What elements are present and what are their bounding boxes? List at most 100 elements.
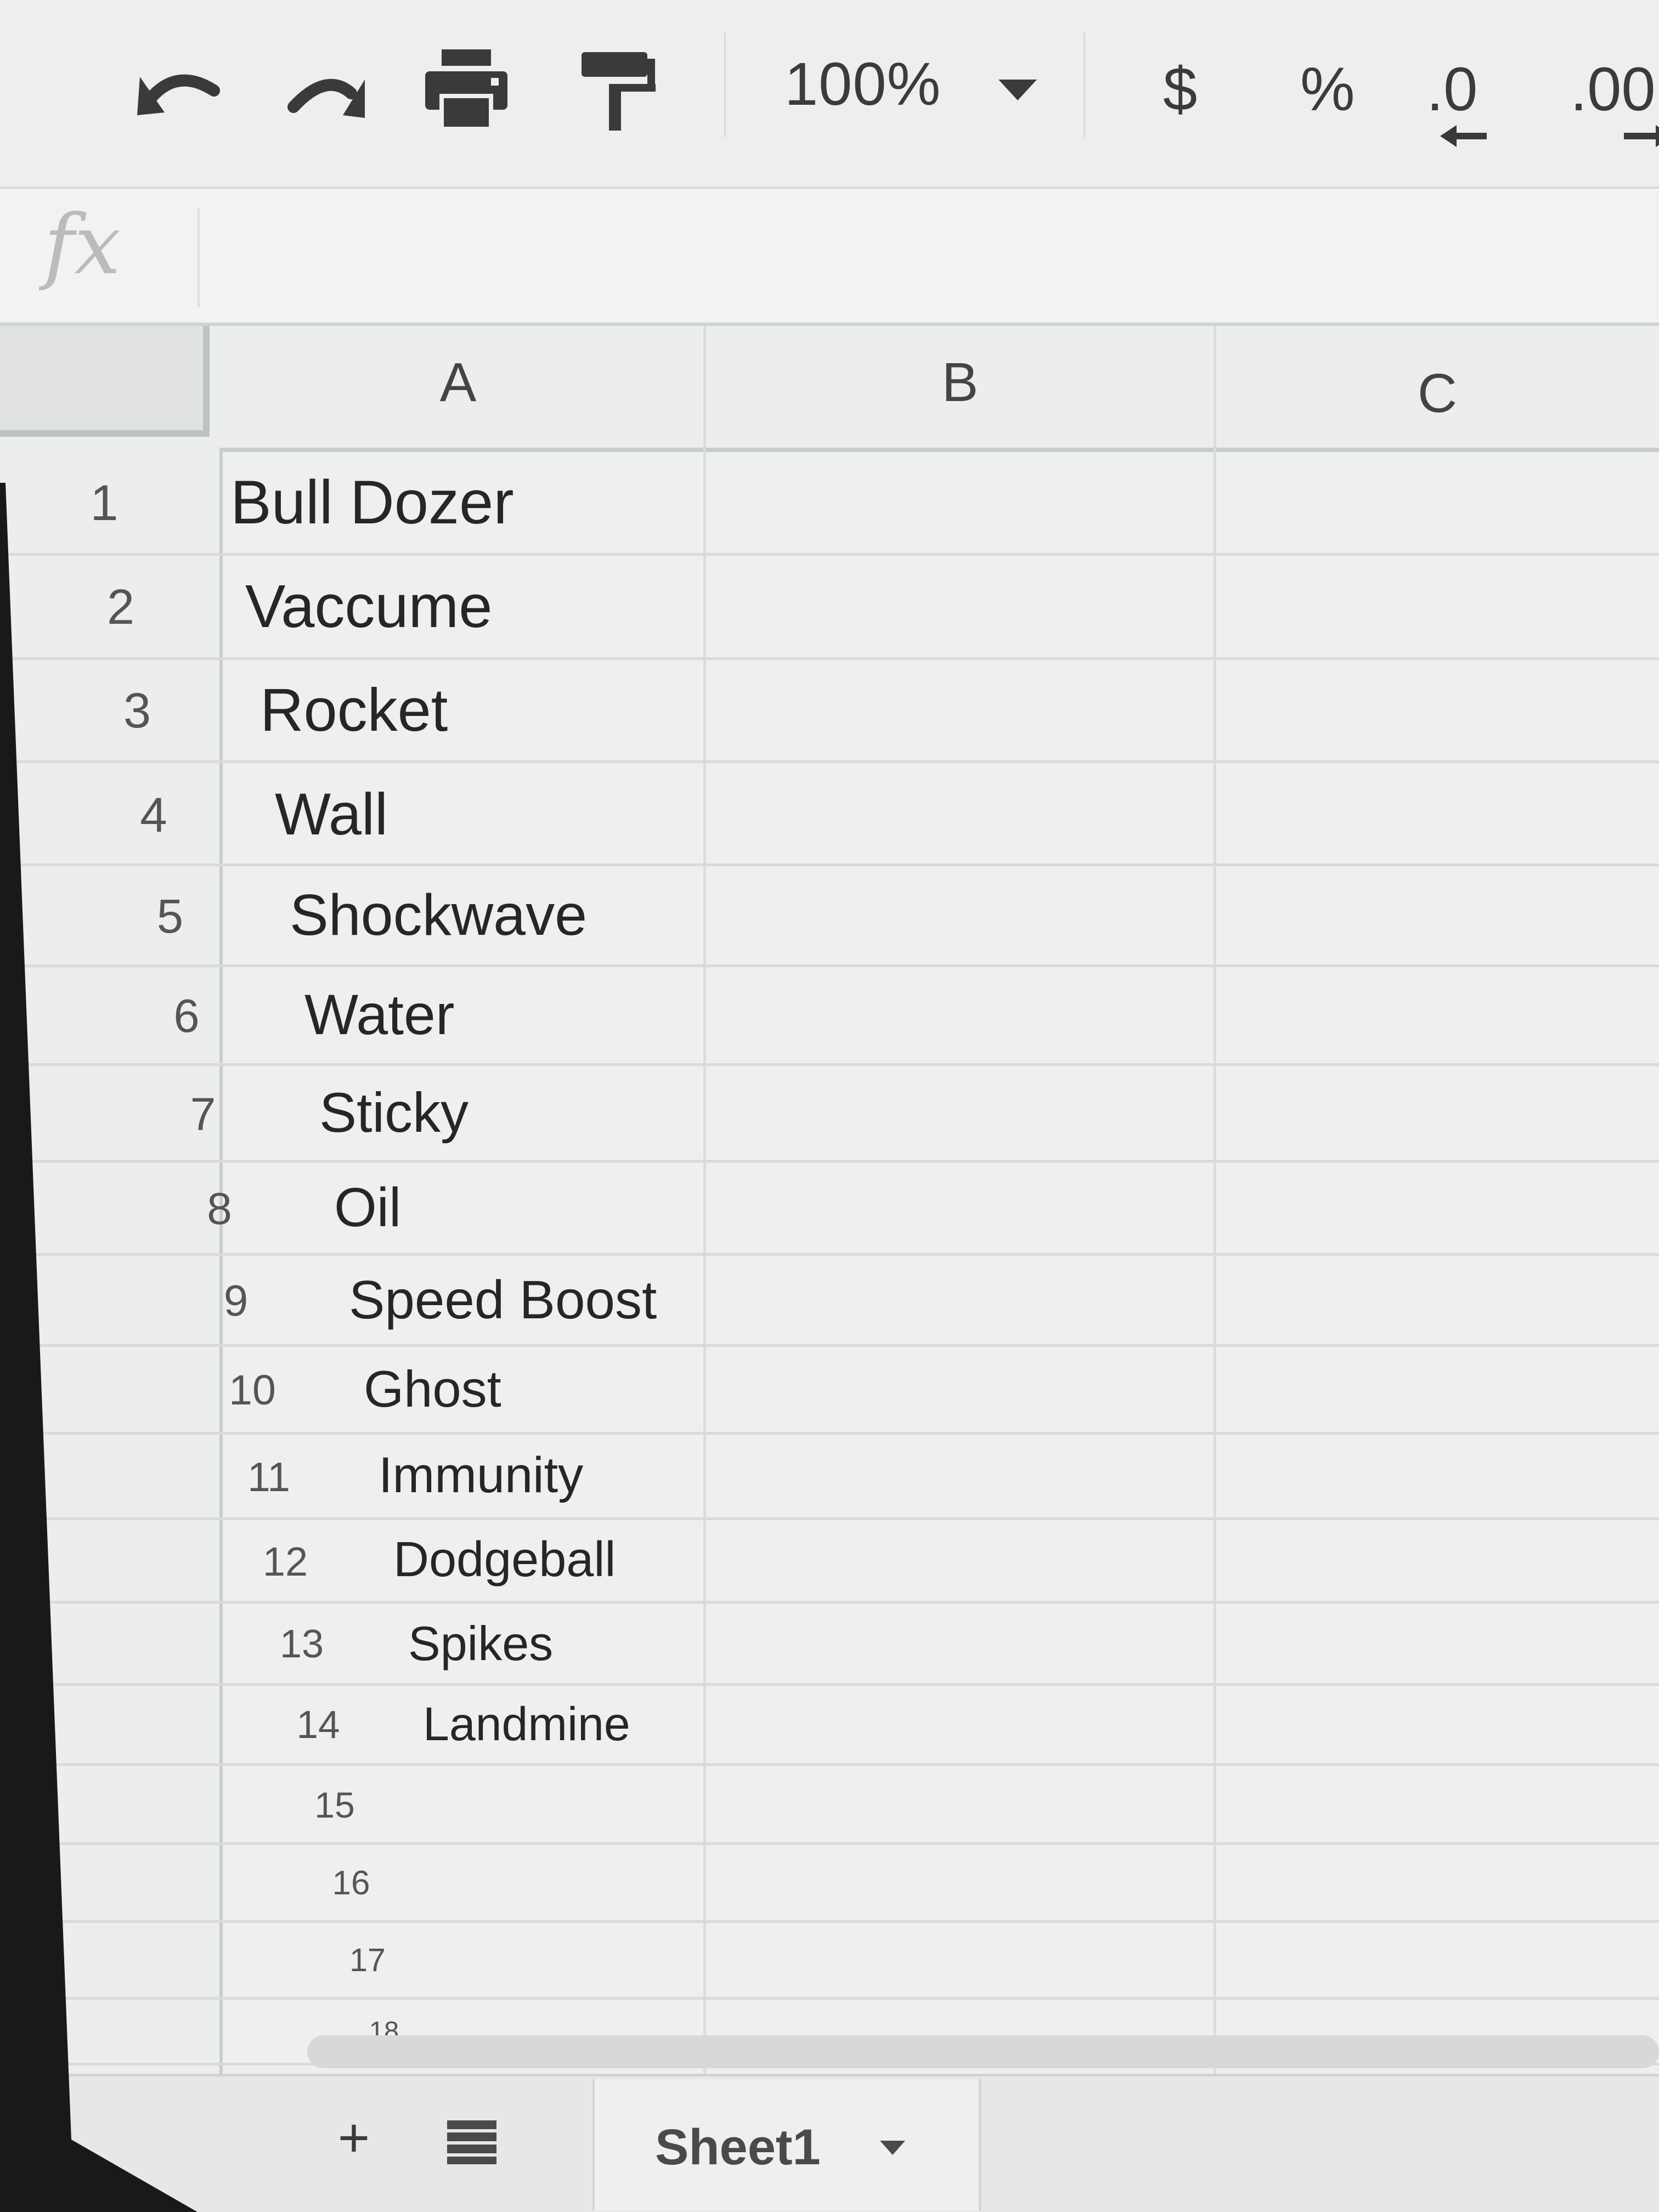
row-number[interactable]: 15 [252,1784,417,1826]
row-number[interactable]: 7 [121,1088,285,1141]
row-number[interactable]: 16 [269,1864,433,1903]
currency-symbol: $ [1163,55,1198,123]
table-row: 13 Spikes [0,1601,1659,1686]
cell-c[interactable] [1218,1683,1657,1763]
toolbar-separator [724,33,726,137]
cell-a[interactable]: Wall [275,780,388,848]
cell-a[interactable]: Dodgeball [393,1532,616,1588]
format-percent-button[interactable]: % [1289,44,1372,137]
table-row: 16 [0,1842,1659,1923]
cell-a[interactable]: Immunity [379,1447,583,1504]
cell-b[interactable] [708,1920,1212,1997]
cell-b[interactable] [708,1842,1212,1920]
row-number[interactable]: 13 [219,1622,384,1667]
cell-c[interactable] [1218,1344,1657,1432]
row-number[interactable]: 8 [137,1183,302,1235]
table-row: 2 Vaccume [0,553,1659,660]
cell-b[interactable] [708,1763,1212,1842]
paint-format-button[interactable] [571,44,664,137]
cell-b[interactable] [708,657,1212,760]
cell-b[interactable] [708,449,1212,553]
add-sheet-button[interactable]: + [324,2107,384,2172]
cell-c[interactable] [1218,1160,1657,1253]
redo-button[interactable] [274,58,373,129]
cell-a[interactable]: Rocket [260,675,448,745]
cell-c[interactable] [1218,553,1657,657]
cell-c[interactable] [1218,657,1657,760]
row-number[interactable]: 9 [154,1276,318,1326]
redo-icon [287,78,365,118]
cell-b[interactable] [708,964,1212,1063]
row-number[interactable]: 12 [203,1538,368,1585]
row-number[interactable]: 3 [55,683,219,740]
undo-icon [137,74,220,115]
chevron-down-icon [998,80,1037,100]
cell-c[interactable] [1218,449,1657,553]
paint-format-icon [582,52,656,131]
column-header-a[interactable]: A [211,351,705,414]
cell-c[interactable] [1218,1601,1657,1683]
cell-a[interactable]: Sticky [319,1081,469,1145]
increase-decimal-label: .00 [1570,55,1656,123]
cell-a[interactable]: Water [304,983,455,1048]
row-number[interactable]: 11 [187,1453,351,1500]
select-all-corner[interactable] [0,326,210,437]
formula-input[interactable] [208,198,1657,313]
column-header-b[interactable]: B [708,351,1212,414]
cell-c[interactable] [1218,964,1657,1063]
chevron-down-icon [880,2141,905,2155]
cell-b[interactable] [708,1601,1212,1683]
cell-c[interactable] [1218,1517,1657,1601]
decrease-decimal-label: .0 [1426,55,1478,123]
cell-a[interactable]: Shockwave [290,882,587,949]
cell-c[interactable] [1218,1763,1657,1842]
arrow-right-icon [1624,125,1659,147]
row-number[interactable]: 1 [22,475,187,532]
cell-a[interactable]: Spikes [408,1616,553,1672]
cell-a[interactable]: Ghost [364,1359,501,1419]
cell-c[interactable] [1218,1842,1657,1920]
cell-c[interactable] [1218,1253,1657,1344]
row-number[interactable]: 5 [88,889,252,944]
table-row: 11 Immunity [0,1432,1659,1520]
table-row: 8 Oil [0,1160,1659,1256]
undo-button[interactable] [132,52,230,129]
cell-a[interactable]: Bull Dozer [230,467,514,538]
cell-c[interactable] [1218,760,1657,864]
cell-b[interactable] [708,553,1212,657]
zoom-select[interactable]: 100% [779,38,1064,137]
column-header-c[interactable]: C [1218,362,1657,425]
row-number[interactable]: 17 [285,1942,450,1979]
cell-c[interactable] [1218,1063,1657,1160]
cell-b[interactable] [708,760,1212,864]
cell-b[interactable] [708,1253,1212,1344]
spreadsheet-screen: 100% $ % .0 .00 fx A B C 1 Bull Dozer 2 … [0,0,1659,2212]
row-number[interactable]: 14 [236,1703,400,1747]
cell-a[interactable]: Speed Boost [349,1269,657,1331]
print-button[interactable] [417,38,516,137]
cell-b[interactable] [708,1432,1212,1517]
cell-c[interactable] [1218,1432,1657,1517]
cell-c[interactable] [1218,1920,1657,1997]
row-number[interactable]: 2 [38,579,203,636]
cell-b[interactable] [708,1063,1212,1160]
cell-a[interactable]: Oil [334,1176,401,1239]
cell-b[interactable] [708,1517,1212,1601]
cell-b[interactable] [708,1344,1212,1432]
cell-b[interactable] [708,864,1212,964]
row-number[interactable]: 10 [170,1366,335,1415]
cell-a[interactable]: Vaccume [245,572,492,641]
row-number[interactable]: 6 [104,990,269,1043]
cell-b[interactable] [708,1160,1212,1253]
decrease-decimal-button[interactable]: .0 [1410,44,1509,154]
cell-a[interactable]: Landmine [423,1697,630,1752]
sheet-tab-sheet1[interactable]: Sheet1 [592,2079,981,2211]
table-row: 5 Shockwave [0,864,1659,967]
increase-decimal-button[interactable]: .00 [1558,44,1659,154]
format-currency-button[interactable]: $ [1147,44,1229,137]
cell-c[interactable] [1218,864,1657,964]
horizontal-scrollbar[interactable] [307,2035,1659,2068]
cell-b[interactable] [708,1683,1212,1763]
all-sheets-button[interactable] [447,2120,502,2170]
row-number[interactable]: 4 [71,787,236,843]
